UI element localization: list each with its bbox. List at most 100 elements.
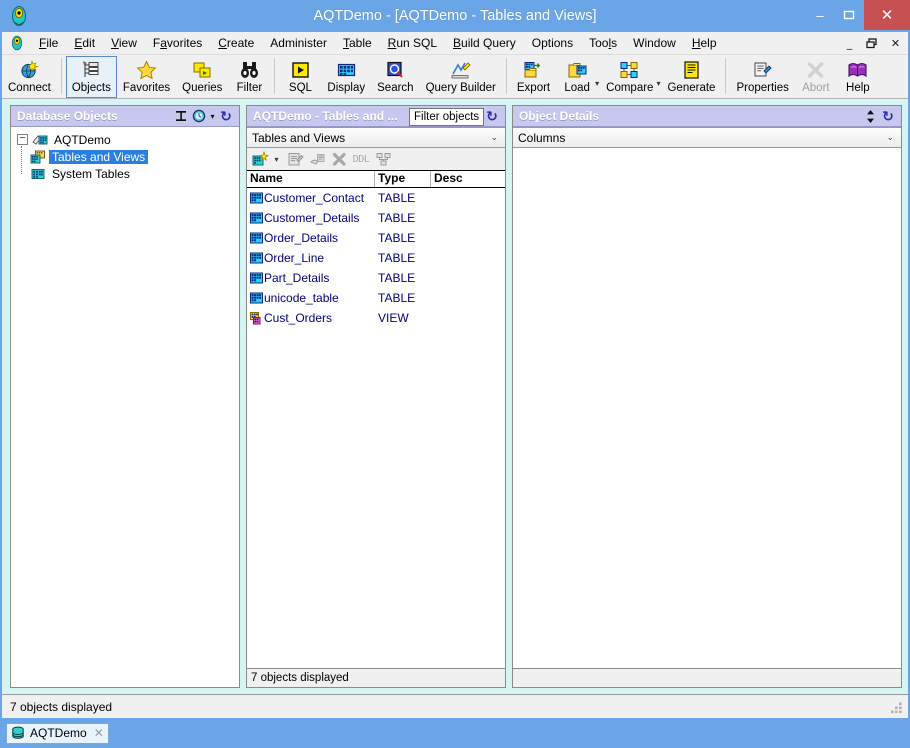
object-name-label: Order_Line: [264, 251, 325, 265]
table-row[interactable]: Order_Details TABLE: [247, 228, 505, 248]
toolbar-button-label: Compare: [606, 82, 654, 94]
taskbar-tab-aqtdemo[interactable]: AQTDemo ✕: [6, 722, 109, 744]
toolbar-favorites-button[interactable]: Favorites: [117, 56, 176, 98]
object-details-footer: [513, 668, 901, 687]
maximize-button[interactable]: [834, 0, 864, 30]
title-bar: AQTDemo - [AQTDemo - Tables and Views] –…: [0, 0, 910, 32]
new-object-dropdown-arrow[interactable]: ▾: [272, 150, 281, 169]
sidebar-item-system-tables[interactable]: System Tables: [30, 165, 239, 182]
menu-item-run-sql[interactable]: Run SQL: [380, 34, 445, 52]
menu-item-options[interactable]: Options: [524, 34, 581, 52]
object-name-cell: Customer_Details: [247, 211, 375, 225]
database-objects-panel: Database Objects ▾ ↻ – AQTDemo Tables an…: [10, 105, 240, 688]
object-name-label: Cust_Orders: [264, 311, 333, 325]
filter-binoculars-icon: [239, 59, 260, 81]
object-type-combo[interactable]: Tables and Views ⌄: [247, 127, 505, 148]
toolbar-button-label: Help: [846, 82, 870, 94]
toolbar-connect-button[interactable]: Connect: [2, 56, 57, 98]
tree-expander[interactable]: –: [17, 134, 28, 145]
toolbar-separator: [725, 58, 727, 94]
minimize-button[interactable]: –: [806, 0, 834, 30]
menu-item-help[interactable]: Help: [684, 34, 725, 52]
toolbar-objects-button[interactable]: Objects: [65, 56, 117, 98]
toolbar-queries-button[interactable]: Queries: [176, 56, 228, 98]
object-type-combo-value: Tables and Views: [252, 130, 346, 145]
toolbar-properties-button[interactable]: Properties: [730, 56, 794, 98]
history-clock-icon[interactable]: [190, 107, 208, 125]
object-type-cell: TABLE: [378, 271, 416, 285]
tree-node-root[interactable]: – AQTDemo: [17, 131, 239, 148]
object-type-cell: TABLE: [378, 291, 416, 305]
aqt-app-icon: [8, 5, 30, 27]
help-book-icon: [847, 59, 868, 81]
menu-item-build-query[interactable]: Build Query: [445, 34, 524, 52]
menu-item-administer[interactable]: Administer: [262, 34, 335, 52]
menu-item-favorites[interactable]: Favorites: [145, 34, 210, 52]
toolbar-filter-button[interactable]: Filter: [228, 56, 270, 98]
mdi-close-button[interactable]: ✕: [889, 37, 902, 50]
details-refresh-icon[interactable]: ↻: [879, 107, 897, 125]
new-object-icon[interactable]: [250, 150, 270, 169]
toolbar-help-button[interactable]: Help: [837, 56, 879, 98]
object-type-cell: TABLE: [378, 191, 416, 205]
resize-grip-icon[interactable]: [890, 701, 904, 715]
details-view-combo[interactable]: Columns ⌄: [513, 127, 901, 148]
sort-updown-icon[interactable]: [861, 107, 879, 125]
column-header-type[interactable]: Type: [375, 171, 431, 187]
table-icon: [250, 252, 263, 264]
menu-item-view[interactable]: View: [103, 34, 145, 52]
collapse-ibeam-icon[interactable]: [172, 107, 190, 125]
filter-objects-tooltip: Filter objects: [409, 108, 485, 126]
aqt-menu-icon[interactable]: [9, 35, 25, 51]
queries-icon: [192, 59, 213, 81]
ddl-icon: DDL: [352, 153, 370, 165]
objects-refresh-icon[interactable]: ↻: [483, 107, 501, 125]
column-header-name[interactable]: Name: [247, 171, 375, 187]
table-row[interactable]: Customer_Details TABLE: [247, 208, 505, 228]
mdi-restore-button[interactable]: [866, 37, 879, 49]
mdi-minimize-button[interactable]: _: [843, 37, 856, 50]
toolbar-sql-button[interactable]: SQL: [279, 56, 321, 98]
object-type-cell: VIEW: [378, 311, 409, 325]
object-details-panel: Object Details ↻ Columns ⌄: [512, 105, 902, 688]
toolbar-display-button[interactable]: Display: [321, 56, 371, 98]
clock-dropdown-arrow[interactable]: ▾: [208, 107, 217, 125]
properties-icon: [285, 150, 305, 169]
edit-script-icon: [307, 150, 327, 169]
menu-item-file[interactable]: File: [31, 34, 66, 52]
column-header-desc[interactable]: Desc: [431, 171, 505, 187]
object-name-label: Customer_Contact: [264, 191, 365, 205]
menu-item-tools[interactable]: Tools: [581, 34, 625, 52]
close-button[interactable]: ✕: [864, 0, 910, 30]
menu-item-window[interactable]: Window: [625, 34, 684, 52]
toolbar-button-label: SQL: [288, 82, 312, 94]
table-row[interactable]: unicode_table TABLE: [247, 288, 505, 308]
table-row[interactable]: Customer_Contact TABLE: [247, 188, 505, 208]
load-icon: [567, 59, 588, 81]
toolbar-load-button[interactable]: Load: [556, 56, 598, 98]
database-objects-header: Database Objects ▾ ↻: [11, 106, 239, 127]
table-row[interactable]: Order_Line TABLE: [247, 248, 505, 268]
toolbar-separator: [505, 58, 507, 94]
toolbar-search-button[interactable]: Search: [371, 56, 419, 98]
menu-item-edit[interactable]: Edit: [66, 34, 103, 52]
status-bar: 7 objects displayed: [2, 694, 908, 718]
table-row[interactable]: Part_Details TABLE: [247, 268, 505, 288]
menu-item-create[interactable]: Create: [210, 34, 262, 52]
toolbar-export-button[interactable]: Export: [511, 56, 556, 98]
refresh-icon[interactable]: ↻: [217, 107, 235, 125]
toolbar-generate-button[interactable]: Generate: [661, 56, 721, 98]
menu-item-table[interactable]: Table: [335, 34, 380, 52]
object-name-cell: Cust_Orders: [247, 311, 375, 325]
toolbar-compare-button[interactable]: Compare: [600, 56, 659, 98]
sidebar-item-system-tables-label: System Tables: [52, 166, 130, 181]
object-type-cell: TABLE: [378, 231, 416, 245]
object-name-label: Order_Details: [264, 231, 339, 245]
export-icon: [523, 59, 544, 81]
details-view-combo-value: Columns: [518, 130, 566, 145]
table-row[interactable]: Cust_Orders VIEW: [247, 308, 505, 328]
toolbar-query-builder-button[interactable]: Query Builder: [420, 56, 502, 98]
sidebar-item-tables-and-views[interactable]: Tables and Views: [30, 148, 239, 165]
taskbar-tab-close-icon[interactable]: ✕: [92, 726, 104, 740]
menu-bar: File Edit View Favorites Create Administer Tab…: [2, 32, 908, 55]
